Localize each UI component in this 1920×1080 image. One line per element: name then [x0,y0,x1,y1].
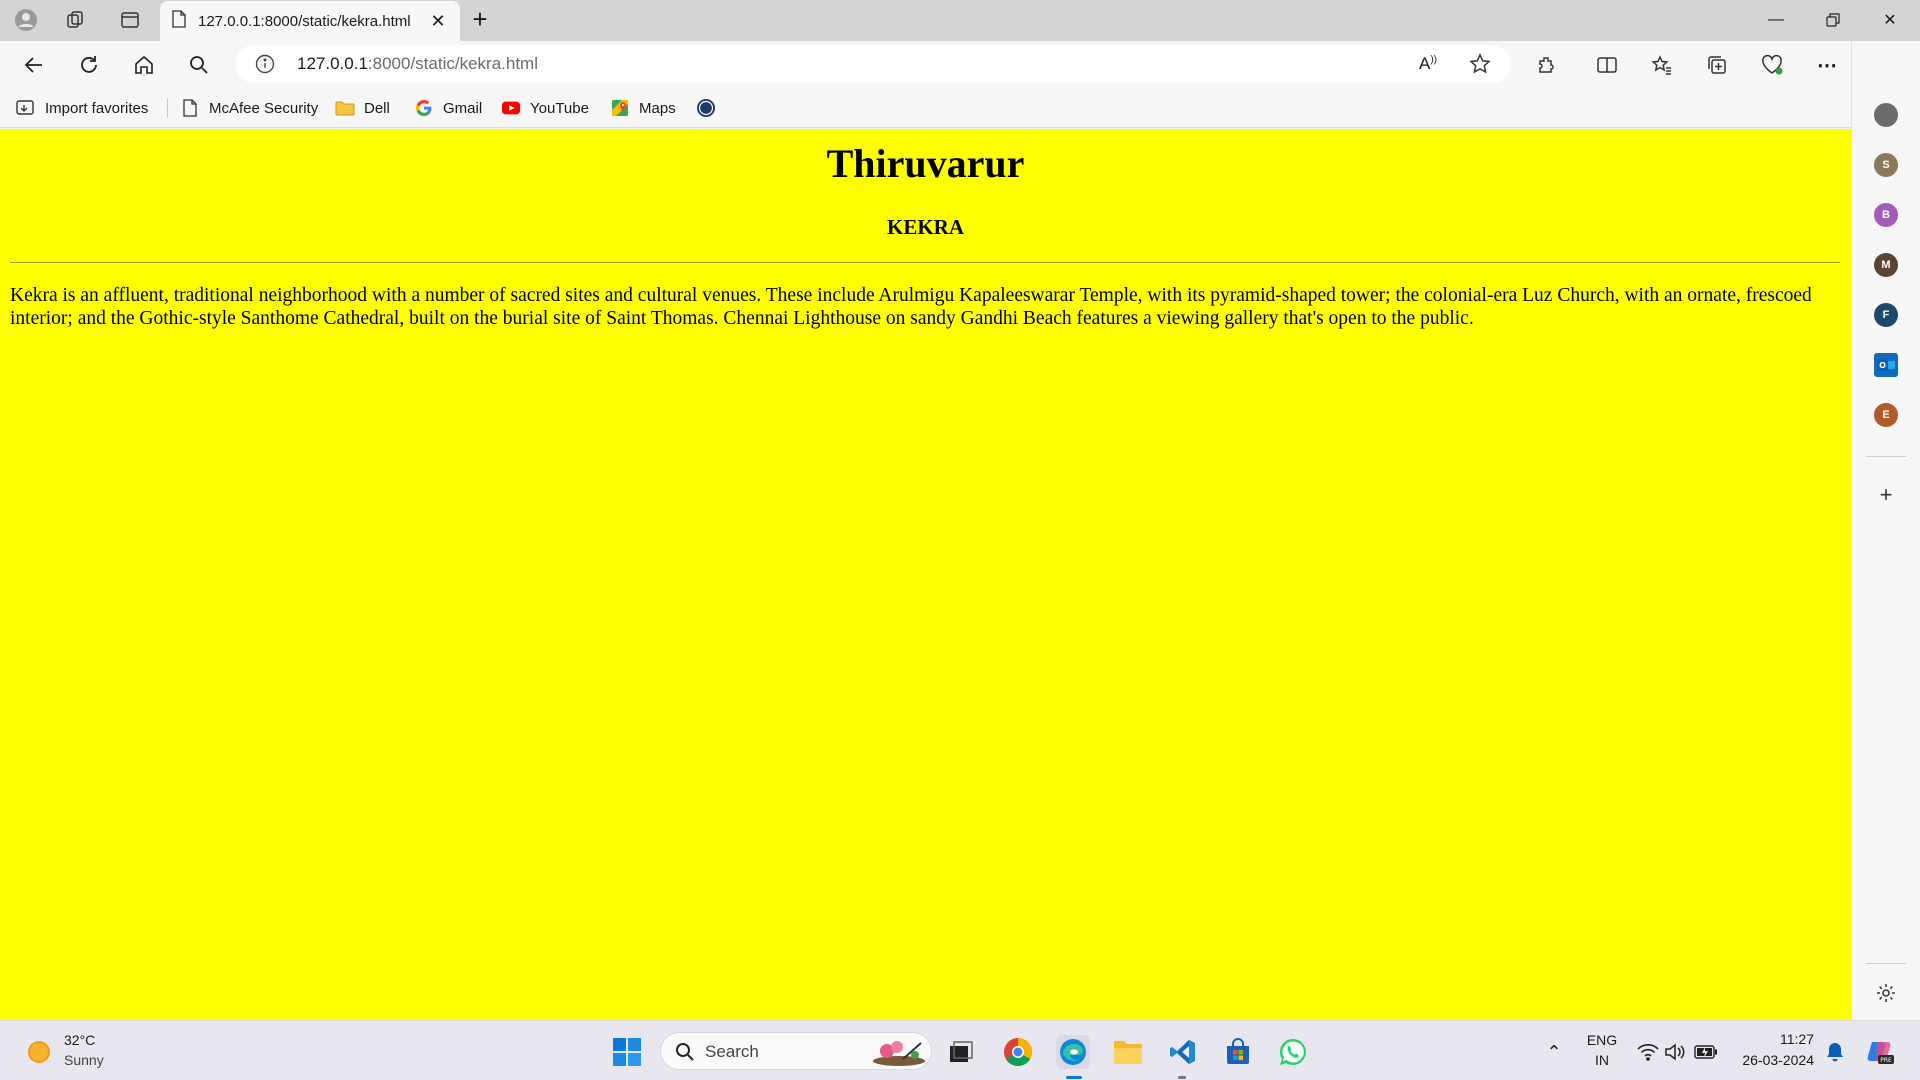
maps-icon [610,98,630,118]
page-title: Thiruvarur [826,141,1025,186]
sidebar-separator [1866,456,1906,457]
page-icon [172,9,186,33]
vscode-icon[interactable] [1166,1035,1200,1069]
extensions-icon[interactable] [1532,50,1562,80]
profile-icon[interactable] [14,8,38,32]
weather-condition[interactable]: Sunny [64,1052,104,1068]
back-icon[interactable] [19,50,49,80]
task-view-icon[interactable] [944,1035,978,1069]
refresh-icon[interactable] [74,50,104,80]
page-subtitle: KEKRA [886,215,964,239]
search-icon [675,1042,695,1067]
battery-icon[interactable] [1689,1035,1723,1069]
url-text[interactable]: 127.0.0.1:8000/static/kekra.html [297,54,538,74]
search-icon[interactable] [184,50,214,80]
sidebar-app-b[interactable]: B [1874,203,1898,227]
notification-bell-icon[interactable] [1818,1035,1852,1069]
favorites-icon[interactable] [1647,50,1677,80]
file-explorer-icon[interactable] [1111,1035,1145,1069]
tab-active[interactable]: 127.0.0.1:8000/static/kekra.html ✕ [160,1,460,41]
page-body-text: Kekra is an affluent, traditional neighb… [10,285,1812,329]
active-app-indicator [1066,1076,1082,1079]
title-bar: 127.0.0.1:8000/static/kekra.html ✕ + ― ✕ [0,0,1920,41]
sidebar-app-e[interactable]: E [1874,403,1898,427]
microsoft-store-icon[interactable] [1221,1035,1255,1069]
restore-button[interactable] [1805,0,1861,40]
clock-time[interactable]: 11:27 [1744,1031,1814,1047]
favorites-separator [167,98,168,118]
navigation-bar: 127.0.0.1:8000/static/kekra.html A)) ⋯ [0,41,1920,88]
outlook-icon[interactable]: O [1874,353,1898,377]
taskbar-search-label: Search [705,1042,759,1061]
favorite-gmail[interactable]: Gmail [414,96,482,120]
page-icon [180,98,200,118]
weather-sun-icon[interactable] [22,1035,56,1069]
svg-text:O: O [1879,361,1886,370]
sidebar-app-1[interactable] [1874,103,1898,127]
svg-text:PRE: PRE [1880,1057,1892,1064]
vertical-tabs-icon[interactable] [118,8,142,32]
add-sidebar-app-icon[interactable]: + [1874,482,1898,507]
workspaces-icon[interactable] [64,8,88,32]
address-bar[interactable]: 127.0.0.1:8000/static/kekra.html A)) [235,45,1511,83]
show-hidden-icons-chevron-icon[interactable]: ⌃ [1537,1035,1571,1069]
close-tab-icon[interactable]: ✕ [428,11,448,32]
page-content: Thiruvarur KEKRA Kekra is an affluent, t… [0,129,1851,1020]
more-options-icon[interactable]: ⋯ [1812,50,1842,80]
language-indicator-bottom[interactable]: IN [1584,1052,1620,1068]
volume-icon[interactable] [1658,1035,1692,1069]
favorite-youtube[interactable]: YouTube [501,96,589,120]
browser-essentials-icon[interactable] [1757,50,1787,80]
sidebar-app-f[interactable]: F [1874,303,1898,327]
home-icon[interactable] [129,50,159,80]
copilot-preview-icon[interactable]: PRE [1862,1035,1896,1069]
divider [10,262,1840,264]
chrome-icon[interactable] [1001,1035,1035,1069]
compass-icon [696,98,716,118]
google-icon [414,98,434,118]
whatsapp-icon[interactable] [1276,1035,1310,1069]
favorite-import[interactable]: Import favorites [16,96,148,120]
edge-sidebar: S B M F O E + [1851,41,1920,1020]
favorite-maps[interactable]: Maps [610,96,676,120]
favorite-star-icon[interactable] [1469,53,1491,80]
youtube-icon [501,98,521,118]
favorites-bar: Import favorites McAfee Security Dell Gm… [0,88,1851,128]
windows-start-icon[interactable] [610,1035,644,1069]
collections-icon[interactable] [1702,50,1732,80]
sidebar-separator-bottom [1866,963,1906,964]
import-icon [16,98,36,118]
edge-icon[interactable] [1056,1035,1090,1069]
taskbar: 32°C Sunny Search ⌃ ENG IN 11:27 26-03-2… [0,1020,1920,1080]
taskbar-search[interactable]: Search [660,1032,932,1070]
sidebar-app-m[interactable]: M [1874,253,1898,277]
read-aloud-icon[interactable]: A)) [1419,54,1437,74]
weather-temperature[interactable]: 32°C [64,1032,95,1048]
search-highlight-icon [869,1037,929,1072]
site-info-icon[interactable] [255,54,275,79]
new-tab-button[interactable]: + [466,6,494,34]
running-app-indicator [1178,1076,1186,1079]
language-indicator-top[interactable]: ENG [1584,1032,1620,1048]
clock-date[interactable]: 26-03-2024 [1730,1052,1814,1068]
favorite-unnamed[interactable] [696,96,725,120]
tab-title: 127.0.0.1:8000/static/kekra.html [198,12,411,30]
sidebar-app-s[interactable]: S [1874,153,1898,177]
favorite-dell[interactable]: Dell [335,96,390,120]
split-screen-icon[interactable] [1592,50,1622,80]
minimize-button[interactable]: ― [1748,0,1804,40]
sidebar-settings-icon[interactable] [1874,981,1898,1005]
folder-icon [335,98,355,118]
close-window-button[interactable]: ✕ [1862,0,1918,40]
favorite-mcafee[interactable]: McAfee Security [180,96,318,120]
